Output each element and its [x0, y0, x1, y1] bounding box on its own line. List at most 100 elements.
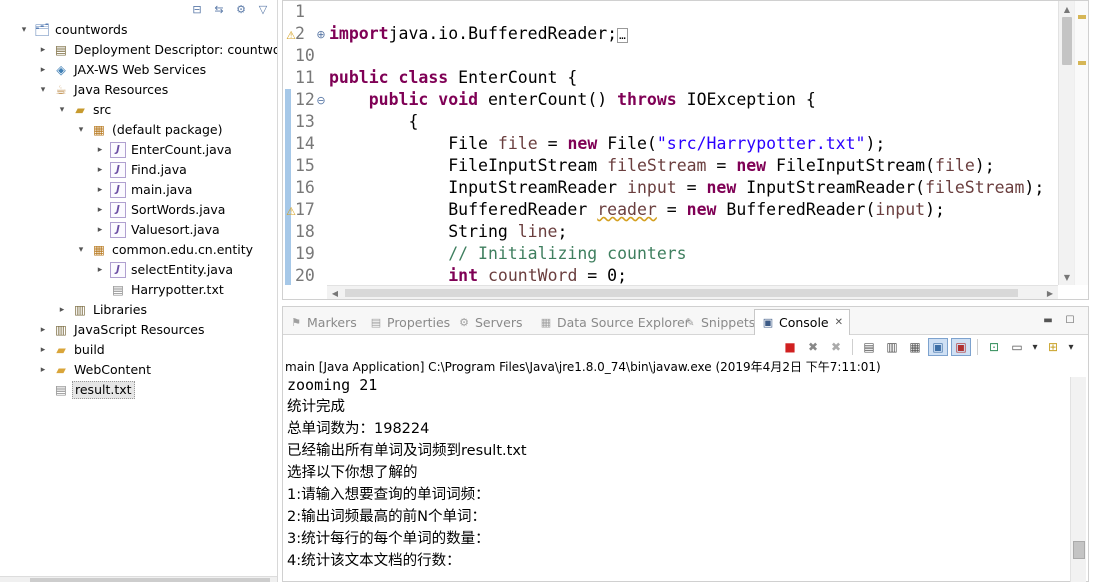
project-explorer: ⊟ ⇆ ⚙ ▽ ▾ 🗂 countwords ▸ ▤ Deployment Descriptor… — [0, 0, 278, 582]
show-on-stdout-icon[interactable]: ▣ — [928, 338, 948, 356]
warning-marker[interactable] — [1078, 61, 1086, 65]
collapsed-arrow-icon[interactable]: ▸ — [37, 320, 49, 340]
collapsed-arrow-icon[interactable]: ▸ — [94, 260, 106, 280]
scrollbar-thumb[interactable] — [1062, 17, 1072, 65]
line-number: 18 — [295, 222, 315, 241]
expand-fold-icon[interactable]: ⊕ — [314, 27, 328, 41]
tab-snippets[interactable]: ✎ Snippets — [677, 309, 761, 335]
tree-item-label: JavaScript Resources — [74, 322, 205, 337]
scrollbar-thumb[interactable] — [1073, 541, 1085, 559]
tab-servers[interactable]: ⚙ Servers — [451, 309, 529, 335]
tree-item[interactable]: ▸ J EnterCount.java — [94, 140, 234, 160]
code-token: ); — [974, 156, 995, 175]
scrollbar-thumb[interactable] — [30, 578, 270, 582]
expanded-arrow-icon[interactable]: ▾ — [75, 120, 87, 140]
expanded-arrow-icon[interactable]: ▾ — [18, 20, 30, 40]
minimize-icon[interactable]: ▬ — [1042, 314, 1054, 326]
code-token: fileStream — [607, 156, 707, 175]
dropdown-arrow-icon[interactable]: ▾ — [1066, 338, 1076, 356]
collapsed-arrow-icon[interactable]: ▸ — [37, 60, 49, 80]
package-icon: ▦ — [93, 122, 105, 137]
expanded-arrow-icon[interactable]: ▾ — [56, 100, 68, 120]
close-icon[interactable]: ✕ — [835, 317, 843, 328]
tree-item[interactable]: ▸ ▰ WebContent — [37, 360, 153, 380]
collapsed-arrow-icon[interactable]: ▸ — [94, 160, 106, 180]
collapsed-arrow-icon[interactable]: ▸ — [37, 340, 49, 360]
editor-horizontal-scrollbar[interactable]: ◀ ▶ — [327, 285, 1058, 299]
open-console-icon[interactable]: ⊞ — [1043, 338, 1063, 356]
tree-item-label: Java Resources — [74, 82, 169, 97]
tree-item[interactable]: ▸ J SortWords.java — [94, 200, 227, 220]
tree-item[interactable]: ▤ Harrypotter.txt — [94, 280, 226, 300]
editor-vertical-scrollbar[interactable]: ▲ ▼ — [1058, 1, 1074, 285]
scroll-left-icon[interactable]: ◀ — [329, 287, 341, 299]
tree-item[interactable]: ▸ J Find.java — [94, 160, 189, 180]
code-token: = — [676, 178, 707, 197]
tree-item[interactable]: ▾ ▦ common.edu.cn.entity — [75, 240, 255, 260]
expanded-arrow-icon[interactable]: ▾ — [37, 80, 49, 100]
collapse-fold-icon[interactable]: ⊖ — [314, 93, 328, 107]
word-wrap-icon[interactable]: ▦ — [905, 338, 925, 356]
code-area[interactable]: importjava.io.BufferedReader;… public cla… — [327, 1, 1058, 285]
tree-item[interactable]: ▸ J Valuesort.java — [94, 220, 222, 240]
show-on-stderr-icon[interactable]: ▣ — [951, 338, 971, 356]
tree-item[interactable]: ▸ Jmain.java — [94, 180, 194, 200]
console-vertical-scrollbar[interactable] — [1070, 377, 1086, 582]
toolbar-separator — [977, 339, 978, 355]
explorer-horizontal-scrollbar[interactable] — [0, 576, 277, 582]
link-with-editor-icon[interactable]: ⇆ — [211, 2, 227, 16]
code-token: void — [438, 90, 479, 109]
scroll-lock-icon[interactable]: ▥ — [882, 338, 902, 356]
tree-item-label: SortWords.java — [131, 202, 226, 217]
terminate-icon[interactable]: ■ — [780, 338, 800, 356]
tab-data-source-explorer[interactable]: ▦ Data Source Explorer — [533, 309, 696, 335]
tab-markers[interactable]: ⚑ Markers — [283, 309, 363, 335]
collapsed-arrow-icon[interactable]: ▸ — [94, 200, 106, 220]
maximize-icon[interactable]: ☐ — [1064, 314, 1076, 326]
scroll-right-icon[interactable]: ▶ — [1044, 287, 1056, 299]
remove-launch-icon[interactable]: ✖ — [803, 338, 823, 356]
display-selected-console-icon[interactable]: ▭ — [1007, 338, 1027, 356]
tree-item[interactable]: ▸ JselectEntity.java — [94, 260, 235, 280]
code-token: new — [567, 134, 598, 153]
editor-gutter: 1 2 ⊕ ⚠ 10 11 12 ⊖ 13 14 15 16 17 ⚠ 18 19 20 — [283, 1, 327, 285]
collapsed-arrow-icon[interactable]: ▸ — [37, 360, 49, 380]
expanded-arrow-icon[interactable]: ▾ — [75, 240, 87, 260]
dropdown-arrow-icon[interactable]: ▾ — [1030, 338, 1040, 356]
java-editor[interactable]: 1 2 ⊕ ⚠ 10 11 12 ⊖ 13 14 15 16 17 ⚠ 18 19 20 importjava.… — [282, 0, 1089, 300]
tab-label: Console — [779, 315, 829, 330]
scrollbar-thumb[interactable] — [345, 289, 1018, 297]
tree-item[interactable]: ▾ ▰ src — [56, 100, 113, 120]
collapsed-arrow-icon[interactable]: ▸ — [37, 40, 49, 60]
tree-item[interactable]: ▤ result.txt — [37, 380, 135, 400]
overview-ruler[interactable] — [1074, 1, 1088, 285]
tree-item[interactable]: ▸ ▥ JavaScript Resources — [37, 320, 206, 340]
scroll-down-icon[interactable]: ▼ — [1061, 271, 1073, 283]
tree-item[interactable]: ▾ ▦ (default package) — [75, 120, 224, 140]
pin-console-icon[interactable]: ⊡ — [984, 338, 1004, 356]
view-menu-icon[interactable]: ▽ — [255, 2, 271, 16]
warning-marker[interactable] — [1078, 15, 1086, 19]
clear-console-icon[interactable]: ▤ — [859, 338, 879, 356]
collapsed-arrow-icon[interactable]: ▸ — [94, 140, 106, 160]
collapse-all-icon[interactable]: ⊟ — [189, 2, 205, 16]
line-number: 11 — [295, 68, 315, 87]
tab-console[interactable]: ▣ Console ✕ — [754, 309, 851, 335]
collapsed-arrow-icon[interactable]: ▸ — [94, 180, 106, 200]
collapsed-arrow-icon[interactable]: ▸ — [56, 300, 68, 320]
tree-item[interactable]: ▸ ▤ Deployment Descriptor: countwords — [37, 40, 277, 60]
tree-item[interactable]: ▾ ☕ Java Resources — [37, 80, 170, 100]
filter-icon[interactable]: ⚙ — [233, 2, 249, 16]
folded-imports-box[interactable]: … — [617, 28, 628, 43]
servers-icon: ⚙ — [459, 315, 469, 329]
remove-all-terminated-icon[interactable]: ✖ — [826, 338, 846, 356]
code-token: InputStreamReader( — [736, 178, 926, 197]
tree-item[interactable]: ▸ ▰ build — [37, 340, 107, 360]
tab-properties[interactable]: ▤ Properties — [363, 309, 456, 335]
collapsed-arrow-icon[interactable]: ▸ — [94, 220, 106, 240]
tree-item[interactable]: ▾ 🗂 countwords — [18, 20, 130, 40]
scroll-up-icon[interactable]: ▲ — [1061, 3, 1073, 15]
tree-item[interactable]: ▸ ▥ Libraries — [56, 300, 149, 320]
tree-item[interactable]: ▸ ◈ JAX-WS Web Services — [37, 60, 208, 80]
code-token: file — [497, 134, 538, 153]
